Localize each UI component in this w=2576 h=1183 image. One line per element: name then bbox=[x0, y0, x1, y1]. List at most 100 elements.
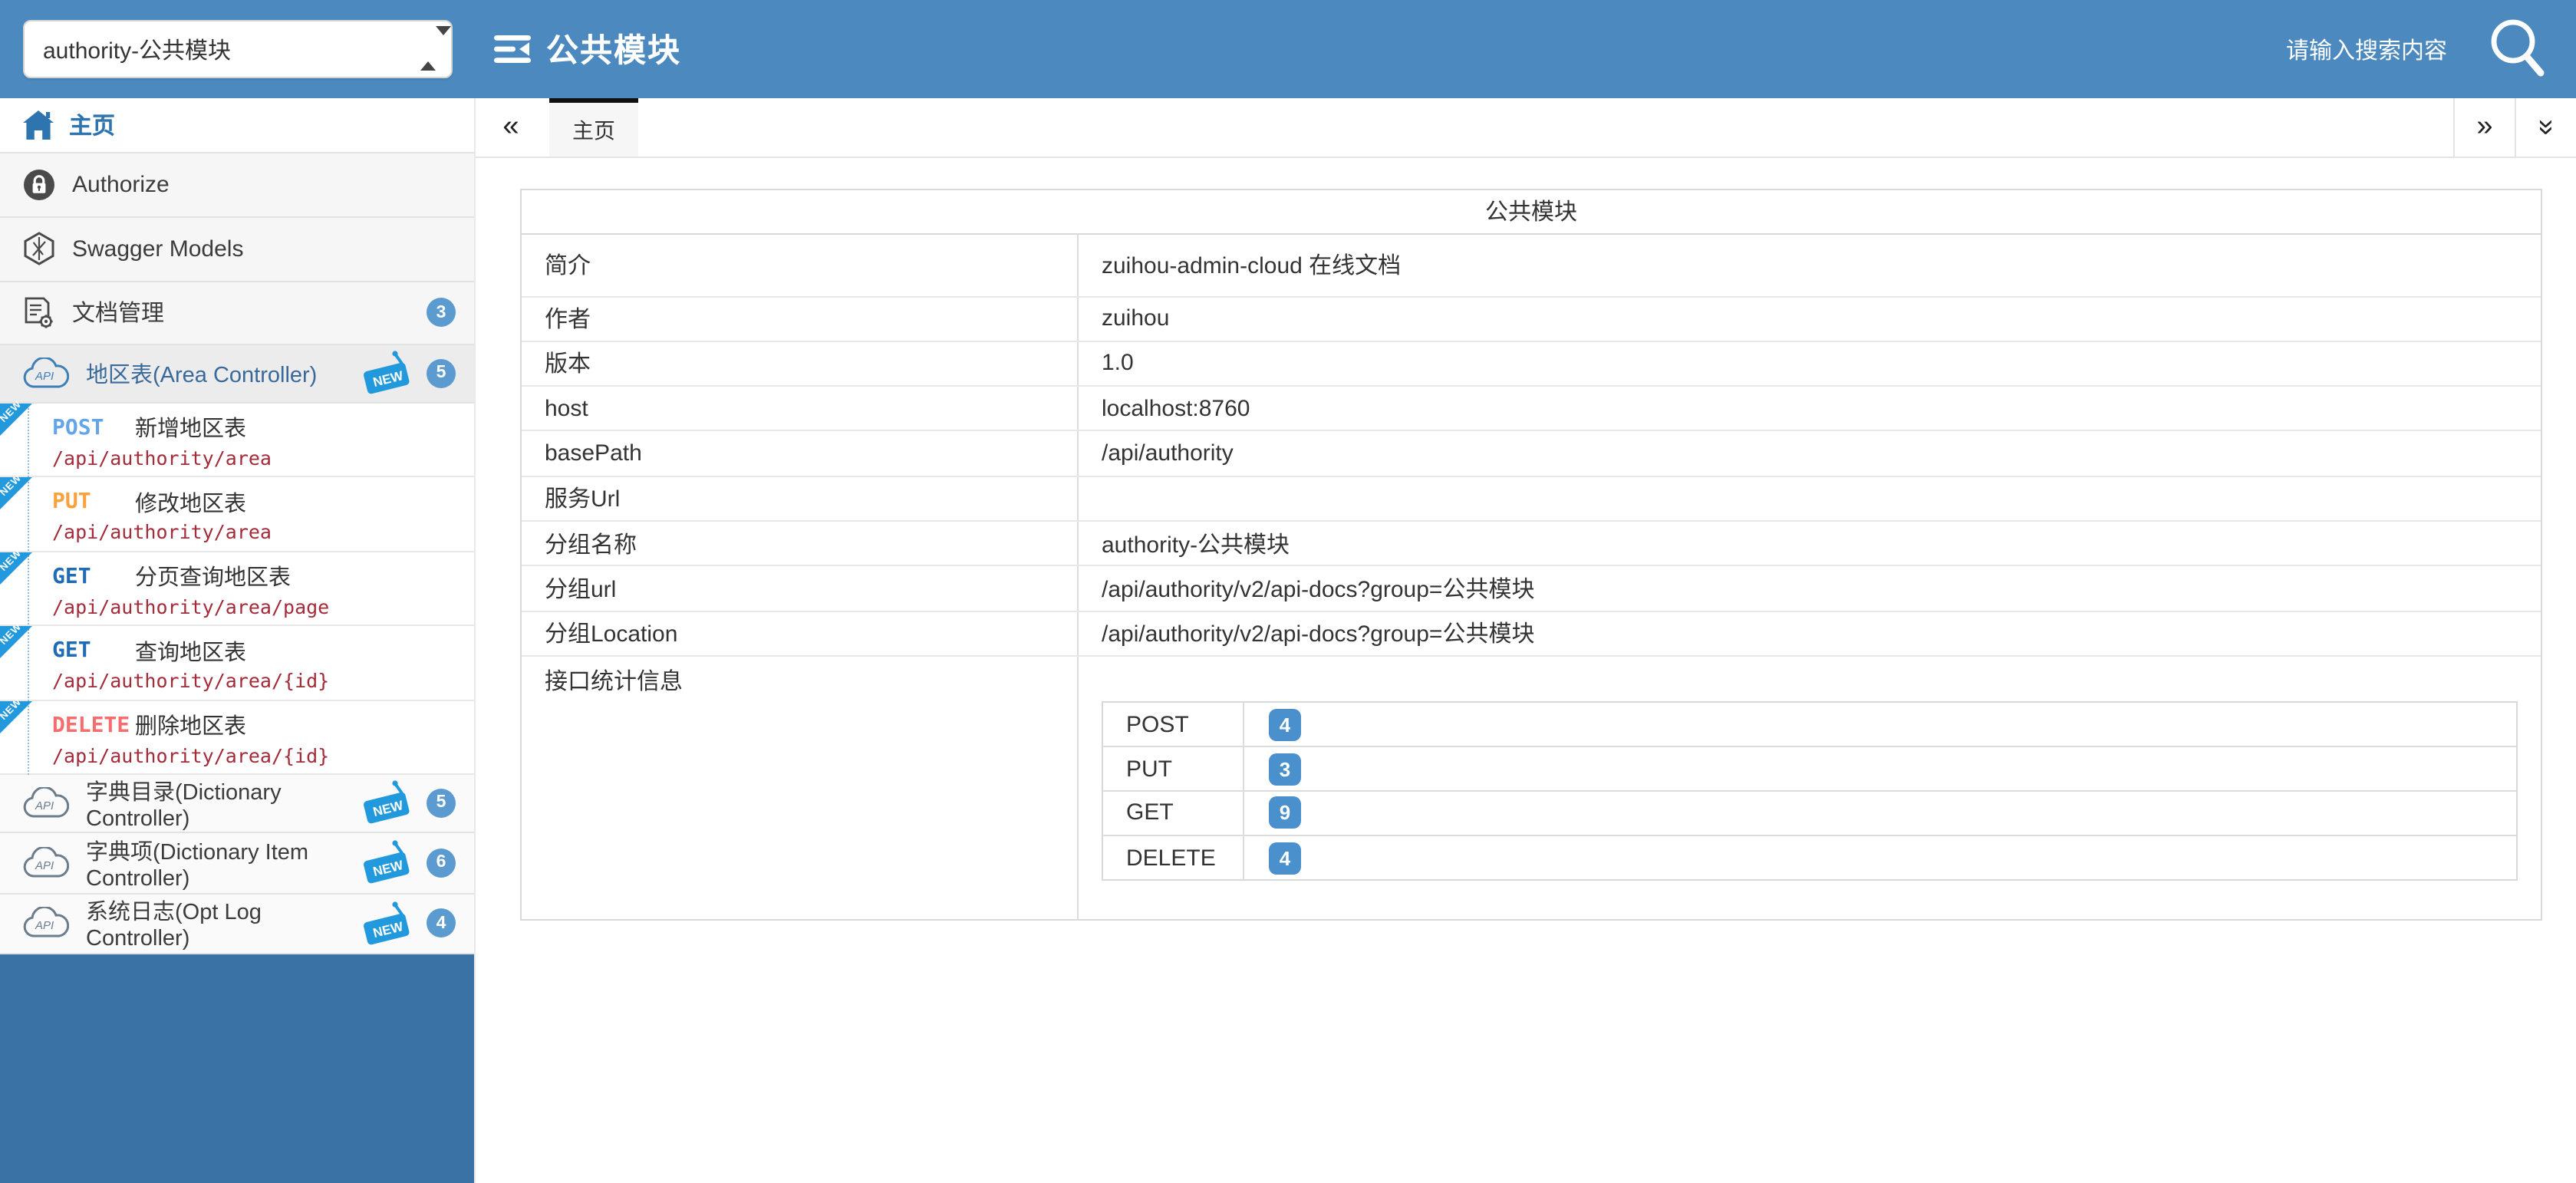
endpoint-name: 查询地区表 bbox=[135, 634, 246, 667]
sidebar-controller-dictionary-item[interactable]: API 字典项(Dictionary Item Controller) NEW … bbox=[0, 832, 474, 894]
controller-label: 字典项(Dictionary Item Controller) bbox=[86, 834, 361, 891]
sidebar-controller-area[interactable]: API 地区表(Area Controller) NEW 5 bbox=[0, 345, 474, 403]
tab-home[interactable]: 主页 bbox=[549, 98, 638, 157]
hexagon-icon bbox=[23, 232, 55, 265]
endpoint-name: 分页查询地区表 bbox=[135, 560, 291, 592]
endpoint-name: 新增地区表 bbox=[135, 411, 246, 443]
row-value: authority-公共模块 bbox=[1079, 522, 2541, 565]
search-button[interactable] bbox=[2484, 9, 2551, 89]
row-label: 作者 bbox=[522, 297, 1079, 341]
sidebar-item-label: Swagger Models bbox=[72, 236, 243, 262]
endpoint-path: /api/authority/area bbox=[52, 443, 465, 473]
method-stats-table: POST 4 PUT 3 GET 9 DELETE bbox=[1102, 702, 2518, 881]
brand: 公共模块 bbox=[492, 0, 681, 98]
row-label: 简介 bbox=[522, 234, 1079, 295]
table-row: 分组url /api/authority/v2/api-docs?group=公… bbox=[522, 567, 2541, 612]
swagger-bootstrap-ui-app: authority-公共模块 公共模块 请输入搜索内容 bbox=[0, 0, 2576, 1183]
row-value: localhost:8760 bbox=[1079, 387, 2541, 430]
menu-lines-icon bbox=[492, 32, 532, 66]
cloud-api-icon: API bbox=[23, 907, 69, 939]
sidebar-item-label: 主页 bbox=[69, 109, 115, 141]
svg-text:API: API bbox=[35, 919, 54, 932]
sidebar-item-label: Authorize bbox=[72, 171, 170, 197]
endpoint-path: /api/authority/area/page bbox=[52, 592, 465, 622]
row-label: 接口统计信息 bbox=[522, 657, 1079, 921]
sidebar-controller-opt-log[interactable]: API 系统日志(Opt Log Controller) NEW 4 bbox=[0, 894, 474, 954]
new-ribbon-icon: NEW bbox=[0, 552, 32, 584]
table-row: 版本 1.0 bbox=[522, 342, 2541, 387]
search-icon bbox=[2485, 14, 2550, 84]
endpoint-name: 修改地区表 bbox=[135, 486, 246, 518]
row-label: 分组名称 bbox=[522, 522, 1079, 565]
controller-label: 字典目录(Dictionary Controller) bbox=[86, 775, 361, 832]
stats-row: POST 4 bbox=[1103, 704, 2516, 748]
svg-text:API: API bbox=[35, 799, 54, 812]
stats-row: PUT 3 bbox=[1103, 747, 2516, 792]
row-value: zuihou bbox=[1079, 297, 2541, 341]
search-zone: 请输入搜索内容 bbox=[2286, 0, 2576, 98]
home-icon bbox=[23, 110, 54, 140]
sidebar-item-home[interactable]: 主页 bbox=[0, 98, 474, 153]
count-badge: 4 bbox=[427, 908, 456, 938]
api-group-select-value: authority-公共模块 bbox=[43, 33, 231, 65]
sidebar-item-doc-manage[interactable]: 文档管理 3 bbox=[0, 282, 474, 345]
row-label: host bbox=[522, 387, 1079, 430]
controller-label: 地区表(Area Controller) bbox=[86, 358, 317, 390]
new-tag-icon: NEW bbox=[361, 780, 416, 826]
tabs-scroll-right-button[interactable]: » bbox=[2453, 98, 2515, 157]
row-value: 1.0 bbox=[1079, 342, 2541, 386]
endpoint-post-add-area[interactable]: NEW POST 新增地区表 /api/authority/area bbox=[0, 403, 474, 477]
module-info-table: 公共模块 简介 zuihou-admin-cloud 在线文档 作者 zuiho… bbox=[520, 188, 2542, 920]
row-label: 分组url bbox=[522, 567, 1079, 611]
endpoint-put-update-area[interactable]: NEW PUT 修改地区表 /api/authority/area bbox=[0, 477, 474, 552]
endpoint-get-page-area[interactable]: NEW GET 分页查询地区表 /api/authority/area/page bbox=[0, 552, 474, 626]
new-tag-icon: NEW bbox=[361, 351, 416, 397]
http-method: DELETE bbox=[52, 713, 135, 737]
http-method: GET bbox=[52, 564, 135, 588]
tab-strip: « 主页 » » bbox=[476, 98, 2576, 158]
stats-method: DELETE bbox=[1103, 835, 1244, 880]
sidebar-item-authorize[interactable]: Authorize bbox=[0, 153, 474, 217]
svg-text:API: API bbox=[35, 370, 54, 383]
new-ribbon-icon: NEW bbox=[0, 626, 32, 658]
table-row: 分组Location /api/authority/v2/api-docs?gr… bbox=[522, 611, 2541, 657]
row-value: /api/authority/v2/api-docs?group=公共模块 bbox=[1079, 567, 2541, 611]
row-value bbox=[1079, 476, 2541, 520]
row-label: 服务Url bbox=[522, 476, 1079, 520]
row-label: 分组Location bbox=[522, 611, 1079, 655]
endpoint-path: /api/authority/area/{id} bbox=[52, 666, 465, 697]
search-input[interactable]: 请输入搜索内容 bbox=[2286, 33, 2447, 65]
new-ribbon-icon: NEW bbox=[0, 700, 32, 733]
endpoint-name: 删除地区表 bbox=[135, 709, 246, 741]
tabs-collapse-button[interactable]: » bbox=[2515, 98, 2576, 157]
endpoint-get-area-by-id[interactable]: NEW GET 查询地区表 /api/authority/area/{id} bbox=[0, 626, 474, 700]
new-tag-icon: NEW bbox=[361, 900, 416, 946]
table-row: 服务Url bbox=[522, 476, 2541, 522]
select-updown-arrows-icon bbox=[420, 35, 436, 61]
cloud-api-icon: API bbox=[23, 358, 69, 390]
svg-text:API: API bbox=[35, 858, 54, 872]
row-value: /api/authority/v2/api-docs?group=公共模块 bbox=[1079, 611, 2541, 655]
row-label: basePath bbox=[522, 432, 1079, 476]
sidebar-item-swagger-models[interactable]: Swagger Models bbox=[0, 217, 474, 282]
page-title: 公共模块 bbox=[546, 26, 681, 72]
count-badge: 3 bbox=[427, 298, 456, 328]
sidebar: 主页 Authorize Swagger Models bbox=[0, 98, 476, 1183]
endpoint-delete-area[interactable]: NEW DELETE 删除地区表 /api/authority/area/{id… bbox=[0, 700, 474, 775]
sidebar-controller-dictionary[interactable]: API 字典目录(Dictionary Controller) NEW 5 bbox=[0, 775, 474, 832]
stats-row: GET 9 bbox=[1103, 792, 2516, 836]
http-method: PUT bbox=[52, 489, 135, 514]
main-content: « 主页 » » 公共模块 简介 zuihou-admin-cloud 在线文档… bbox=[476, 98, 2576, 1183]
tabs-scroll-left-button[interactable]: « bbox=[476, 98, 546, 157]
table-row: 简介 zuihou-admin-cloud 在线文档 bbox=[522, 234, 2541, 297]
stats-cell: POST 4 PUT 3 GET 9 DELETE bbox=[1079, 657, 2541, 921]
endpoint-path: /api/authority/area/{id} bbox=[52, 740, 465, 771]
count-badge: 5 bbox=[427, 789, 456, 818]
stats-count-badge: 4 bbox=[1269, 709, 1301, 741]
table-row: 作者 zuihou bbox=[522, 297, 2541, 342]
http-method: POST bbox=[52, 415, 135, 440]
table-row-stats: 接口统计信息 POST 4 PUT 3 GET 9 bbox=[522, 657, 2541, 921]
api-group-select[interactable]: authority-公共模块 bbox=[23, 20, 453, 78]
stats-method: PUT bbox=[1103, 747, 1244, 790]
lock-icon bbox=[23, 168, 55, 200]
